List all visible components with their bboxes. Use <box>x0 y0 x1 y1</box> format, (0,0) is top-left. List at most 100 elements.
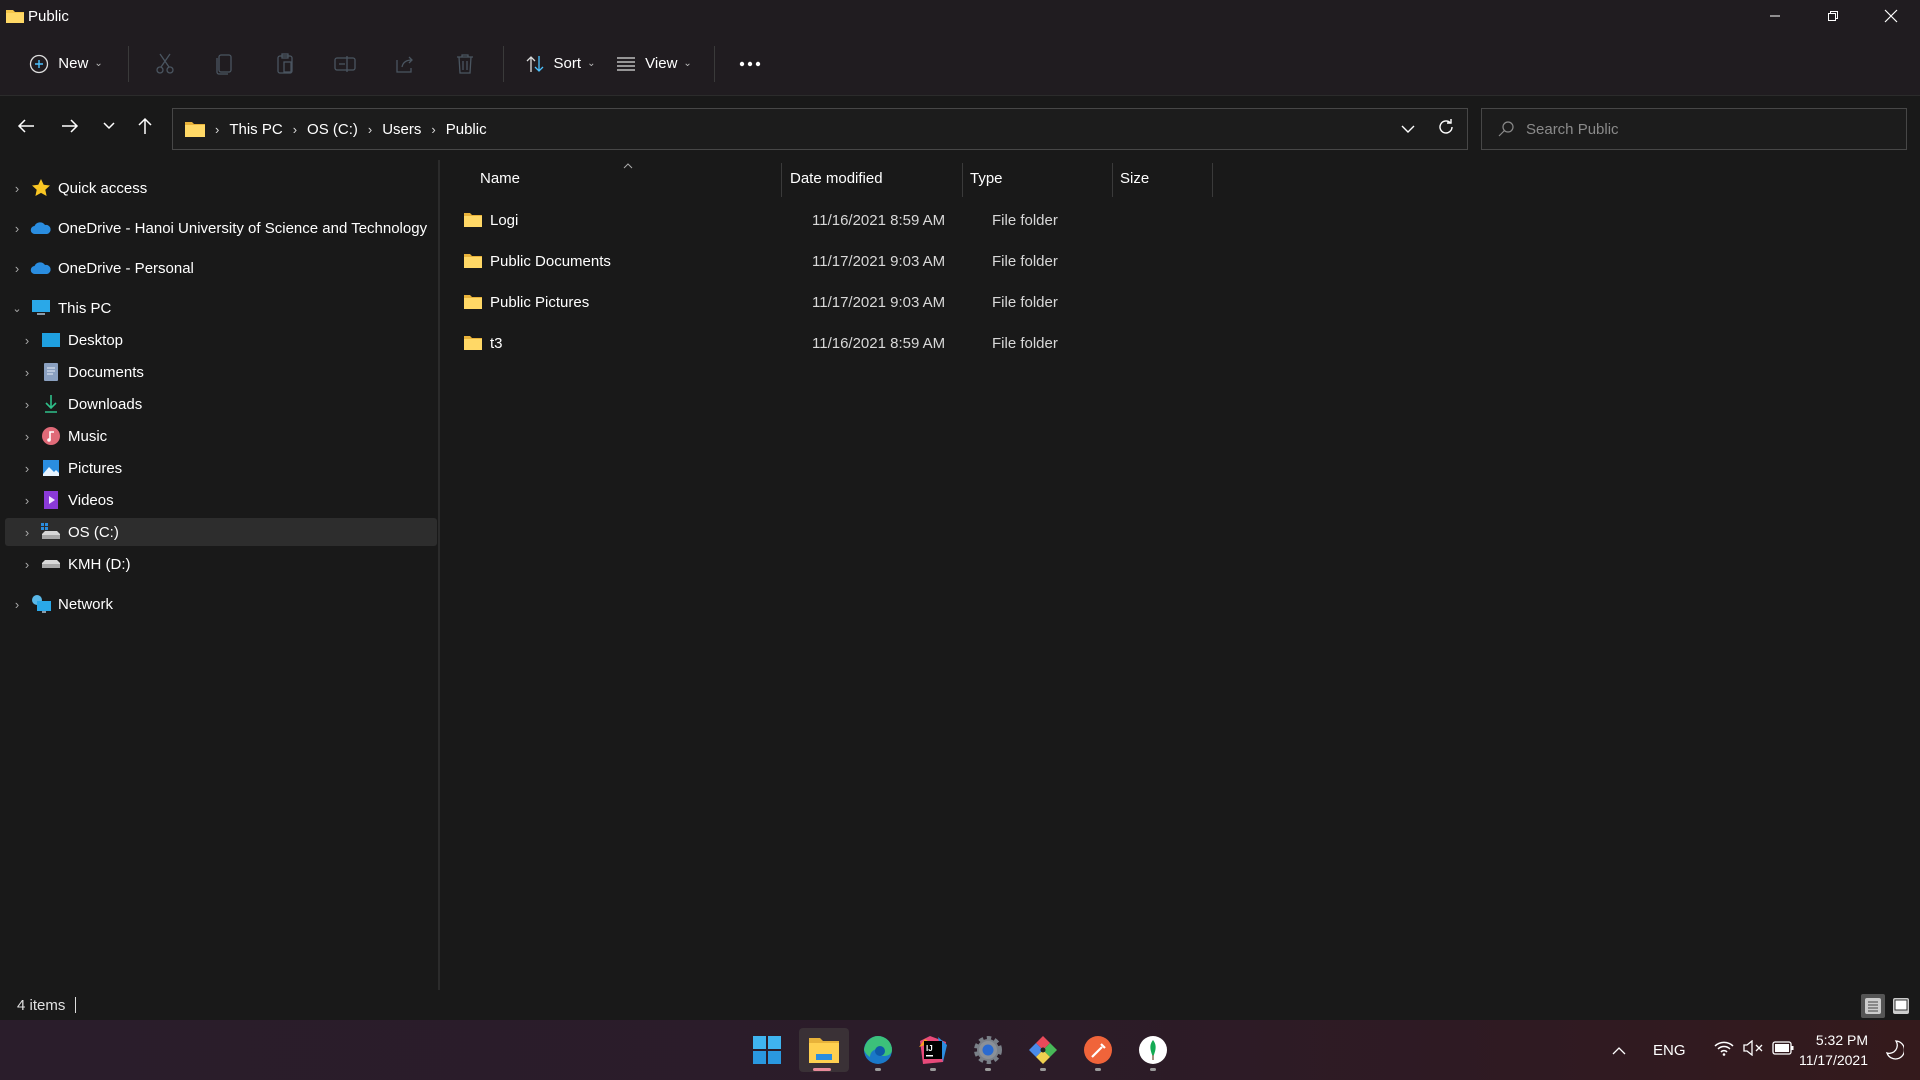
desktop-icon <box>40 330 62 350</box>
sidebar-item-quick-access[interactable]: › Quick access <box>5 174 437 202</box>
column-header-size[interactable]: Size <box>1120 160 1210 196</box>
chevron-right-icon[interactable]: › <box>20 397 34 412</box>
refresh-button[interactable] <box>1437 118 1455 141</box>
copy-icon <box>216 53 232 75</box>
breadcrumb-os-c[interactable]: OS (C:) <box>307 121 358 138</box>
arrow-up-icon <box>138 117 152 134</box>
column-header-name[interactable]: Name <box>480 160 820 196</box>
details-view-button[interactable] <box>1861 994 1885 1018</box>
column-divider[interactable] <box>1112 163 1113 197</box>
taskbar-file-explorer[interactable] <box>799 1028 849 1072</box>
file-row[interactable]: Public Pictures 11/17/2021 9:03 AM File … <box>464 284 1904 320</box>
chevron-right-icon[interactable]: › <box>10 181 24 196</box>
taskbar-edge[interactable] <box>855 1028 901 1072</box>
sidebar-item-network[interactable]: › Network <box>5 590 437 618</box>
chevron-right-icon[interactable]: › <box>10 597 24 612</box>
more-options-button[interactable] <box>725 44 775 84</box>
close-button[interactable] <box>1862 0 1920 32</box>
sidebar-item-videos[interactable]: › Videos <box>5 486 437 514</box>
recent-locations-button[interactable] <box>91 111 127 141</box>
file-row[interactable]: Logi 11/16/2021 8:59 AM File folder <box>464 202 1904 238</box>
network-icon <box>30 594 52 614</box>
file-name: Public Documents <box>490 252 611 270</box>
sidebar-label: OneDrive - Hanoi University of Science a… <box>58 219 428 237</box>
taskbar-intellij[interactable]: IJ <box>910 1028 956 1072</box>
chevron-right-icon[interactable]: › <box>10 221 24 236</box>
new-button[interactable]: New ⌄ <box>24 44 108 84</box>
start-button[interactable] <box>744 1028 790 1072</box>
taskbar-postman[interactable] <box>1075 1028 1121 1072</box>
copy-button[interactable] <box>195 44 255 84</box>
mongodb-compass-icon <box>1139 1036 1167 1064</box>
breadcrumb-this-pc[interactable]: This PC <box>229 121 282 138</box>
up-button[interactable] <box>127 111 163 141</box>
status-bar: 4 items <box>0 990 1920 1020</box>
address-bar[interactable]: › This PC › OS (C:) › Users › Public <box>172 108 1468 150</box>
language-indicator[interactable]: ENG <box>1653 1042 1686 1059</box>
running-indicator <box>875 1068 881 1071</box>
sidebar-item-kmh-d[interactable]: › KMH (D:) <box>5 550 437 578</box>
chevron-right-icon[interactable]: › <box>20 365 34 380</box>
restore-button[interactable] <box>1804 0 1862 32</box>
intellij-icon: IJ <box>919 1036 947 1064</box>
drive-icon <box>40 554 62 574</box>
column-header-type[interactable]: Type <box>970 160 1110 196</box>
focus-assist-button[interactable] <box>1885 1040 1906 1065</box>
large-icons-view-button[interactable] <box>1889 994 1913 1018</box>
taskbar-mongodb-compass[interactable] <box>1130 1028 1176 1072</box>
pictures-icon <box>40 458 62 478</box>
column-divider[interactable] <box>781 163 782 197</box>
rename-button[interactable] <box>315 44 375 84</box>
search-input[interactable] <box>1526 120 1886 138</box>
sidebar-item-downloads[interactable]: › Downloads <box>5 390 437 418</box>
taskbar-settings[interactable] <box>965 1028 1011 1072</box>
cut-button[interactable] <box>135 44 195 84</box>
search-box[interactable] <box>1481 108 1907 150</box>
chevron-down-icon: ⌄ <box>587 58 596 69</box>
sidebar-item-this-pc[interactable]: ⌄ This PC <box>5 294 437 322</box>
file-row[interactable]: Public Documents 11/17/2021 9:03 AM File… <box>464 243 1904 279</box>
breadcrumb-users[interactable]: Users <box>382 121 421 138</box>
volume-muted-icon[interactable] <box>1742 1039 1764 1060</box>
chevron-right-icon[interactable]: › <box>20 493 34 508</box>
back-button[interactable] <box>8 111 44 141</box>
paste-button[interactable] <box>255 44 315 84</box>
breadcrumb-public[interactable]: Public <box>446 121 487 138</box>
chevron-right-icon[interactable]: › <box>20 333 34 348</box>
taskbar-git-tool[interactable] <box>1020 1028 1066 1072</box>
sidebar-item-documents[interactable]: › Documents <box>5 358 437 386</box>
restore-icon <box>1828 11 1838 21</box>
sidebar-item-desktop[interactable]: › Desktop <box>5 326 437 354</box>
column-divider[interactable] <box>962 163 963 197</box>
active-indicator <box>813 1068 831 1071</box>
chevron-right-icon[interactable]: › <box>20 557 34 572</box>
settings-icon <box>974 1036 1002 1064</box>
sidebar-item-music[interactable]: › Music <box>5 422 437 450</box>
chevron-right-icon[interactable]: › <box>20 429 34 444</box>
view-button[interactable]: View ⌄ <box>610 44 698 84</box>
sidebar-item-onedrive-hust[interactable]: › OneDrive - Hanoi University of Science… <box>5 214 437 242</box>
show-hidden-icons-button[interactable] <box>1607 1042 1631 1059</box>
command-bar: New ⌄ Sort ⌄ View ⌄ <box>0 32 1920 96</box>
chevron-right-icon[interactable]: › <box>20 461 34 476</box>
minimize-button[interactable] <box>1746 0 1804 32</box>
battery-icon[interactable] <box>1771 1041 1794 1059</box>
sidebar-item-os-c[interactable]: › OS (C:) <box>5 518 437 546</box>
file-row[interactable]: t3 11/16/2021 8:59 AM File folder <box>464 325 1904 361</box>
chevron-down-icon[interactable]: ⌄ <box>10 302 24 315</box>
chevron-right-icon[interactable]: › <box>10 261 24 276</box>
share-button[interactable] <box>375 44 435 84</box>
column-divider[interactable] <box>1212 163 1213 197</box>
sidebar-item-pictures[interactable]: › Pictures <box>5 454 437 482</box>
chevron-right-icon[interactable]: › <box>20 525 34 540</box>
delete-button[interactable] <box>435 44 495 84</box>
wifi-icon[interactable] <box>1713 1040 1734 1060</box>
clock[interactable]: 5:32 PM 11/17/2021 <box>1799 1030 1868 1070</box>
sort-button[interactable]: Sort ⌄ <box>518 44 602 84</box>
chevron-right-icon: › <box>431 121 436 137</box>
forward-button[interactable] <box>52 111 88 141</box>
sidebar-label: OS (C:) <box>68 523 119 541</box>
sidebar-item-onedrive-personal[interactable]: › OneDrive - Personal <box>5 254 437 282</box>
address-history-button[interactable] <box>1401 121 1415 139</box>
column-header-date-modified[interactable]: Date modified <box>790 160 960 196</box>
